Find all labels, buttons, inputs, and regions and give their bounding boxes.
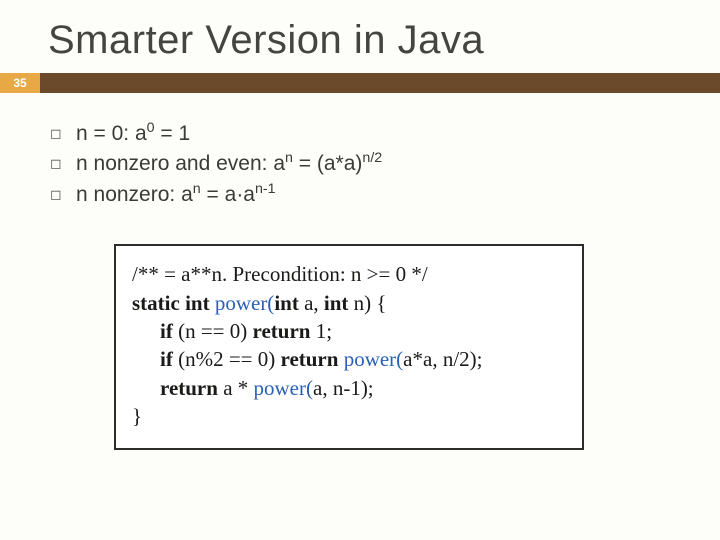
text: = 1	[155, 122, 191, 145]
keyword: return	[281, 347, 344, 371]
superscript: n-1	[255, 181, 276, 197]
text: a *	[223, 376, 253, 400]
function-name: power(	[215, 291, 274, 315]
keyword: return	[160, 376, 223, 400]
bullet-text: n = 0: a0 = 1	[76, 119, 190, 149]
code-line: return a * power(a, n-1);	[132, 374, 566, 402]
function-name: power(	[344, 347, 403, 371]
function-name: power(	[254, 376, 313, 400]
keyword: int	[324, 291, 354, 315]
superscript: n	[193, 181, 201, 197]
superscript: n	[285, 150, 293, 166]
superscript: 0	[147, 120, 155, 136]
text: n = 0: a	[76, 122, 147, 145]
text: a*a, n/2);	[403, 347, 482, 371]
list-item: ◻ n nonzero and even: an = (a*a)n/2	[50, 149, 720, 179]
keyword: int	[274, 291, 304, 315]
content-area: ◻ n = 0: a0 = 1 ◻ n nonzero and even: an…	[0, 93, 720, 450]
slide-title: Smarter Version in Java	[0, 0, 720, 73]
code-line: static int power(int a, int n) {	[132, 289, 566, 317]
divider-stripe	[40, 73, 720, 93]
list-item: ◻ n = 0: a0 = 1	[50, 119, 720, 149]
code-line: }	[132, 402, 566, 430]
code-box: /** = a**n. Precondition: n >= 0 */ stat…	[114, 244, 584, 450]
code-line: if (n == 0) return 1;	[132, 317, 566, 345]
divider-bar: 35	[0, 73, 720, 93]
text: (n%2 == 0)	[178, 347, 280, 371]
text: 1;	[316, 319, 332, 343]
text: = (a*a)	[293, 152, 362, 175]
text: a, n-1);	[313, 376, 374, 400]
list-item: ◻ n nonzero: an = a·an-1	[50, 180, 720, 210]
keyword: if	[160, 347, 178, 371]
bullet-list: ◻ n = 0: a0 = 1 ◻ n nonzero and even: an…	[50, 119, 720, 210]
bullet-icon: ◻	[50, 149, 76, 173]
code-line: /** = a**n. Precondition: n >= 0 */	[132, 260, 566, 288]
code-line: if (n%2 == 0) return power(a*a, n/2);	[132, 345, 566, 373]
bullet-icon: ◻	[50, 180, 76, 204]
text: n nonzero: a	[76, 183, 193, 206]
keyword: return	[253, 319, 316, 343]
text: a,	[304, 291, 324, 315]
bullet-icon: ◻	[50, 119, 76, 143]
keyword: static int	[132, 291, 215, 315]
text: n nonzero and even: a	[76, 152, 285, 175]
keyword: if	[160, 319, 178, 343]
page-number-badge: 35	[0, 73, 40, 93]
superscript: n/2	[362, 150, 382, 166]
text: = a·a	[201, 183, 255, 206]
text: n) {	[354, 291, 387, 315]
text: (n == 0)	[178, 319, 252, 343]
bullet-text: n nonzero and even: an = (a*a)n/2	[76, 149, 382, 179]
bullet-text: n nonzero: an = a·an-1	[76, 180, 276, 210]
